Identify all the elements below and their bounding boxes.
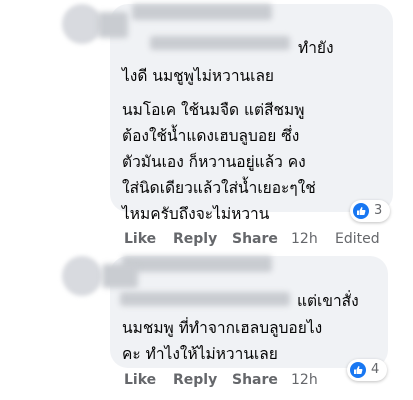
like-button[interactable]: Like <box>124 231 156 247</box>
thumbs-up-icon <box>350 362 366 378</box>
share-button[interactable]: Share <box>232 231 278 247</box>
comment-text-line: นมชมพู ที่ทำจากเฮลบลูบอยไง <box>122 319 323 337</box>
blurred-author-name <box>122 256 272 272</box>
comment-text-line: คะ ทำไงให้ไม่หวานเลย <box>122 345 278 363</box>
comment-text-line: ไงดี นมชูพูไม่หวานเลย <box>122 67 275 85</box>
comment-text-line: ใส่นิดเดียวแล้วใส่น้ำเยอะๆใช่ <box>122 179 316 197</box>
comment-text-line: ไหมครับถึงจะไม่หวาน <box>122 205 270 223</box>
share-button[interactable]: Share <box>232 372 278 388</box>
comment-actions: Like Reply Share 12h <box>124 372 324 390</box>
avatar[interactable] <box>62 256 102 296</box>
comment-text-line: นมโอเค ใช้นมจืด แต่สีชมพู <box>122 101 305 119</box>
reaction-badge[interactable]: 4 <box>347 359 387 381</box>
blurred-author-name <box>102 264 138 288</box>
comment-actions: Like Reply Share 12h Edited <box>124 231 384 249</box>
comment-bubble: ทำยัง ไงดี นมชูพูไม่หวานเลย นมโอเค ใช้นม… <box>98 4 393 223</box>
comment-text-line: แต่เขาสั่ง <box>297 292 359 310</box>
reply-button[interactable]: Reply <box>173 372 217 388</box>
comment-text-line: ต้องใช้น้ำแดงเฮบลูบอย ซึ่ง <box>122 127 300 145</box>
reaction-count: 3 <box>374 203 383 218</box>
blurred-author-name <box>132 4 272 20</box>
thumbs-up-icon <box>353 203 369 219</box>
blurred-text <box>150 36 290 50</box>
timestamp[interactable]: 12h <box>291 372 318 388</box>
comment-text-line: ตัวมันเอง ก็หวานอยู่แล้ว คง <box>122 153 306 171</box>
blurred-text <box>120 292 290 306</box>
avatar[interactable] <box>62 4 102 44</box>
edited-label: Edited <box>335 231 380 247</box>
comment-text-line: ทำยัง <box>298 39 334 57</box>
reaction-badge[interactable]: 3 <box>350 200 390 222</box>
blurred-author-name <box>98 12 128 38</box>
timestamp[interactable]: 12h <box>291 231 318 247</box>
comment-bubble: แต่เขาสั่ง นมชมพู ที่ทำจากเฮลบลูบอยไง คะ… <box>102 256 388 368</box>
reaction-count: 4 <box>371 362 380 377</box>
like-button[interactable]: Like <box>124 372 156 388</box>
reply-button[interactable]: Reply <box>173 231 217 247</box>
